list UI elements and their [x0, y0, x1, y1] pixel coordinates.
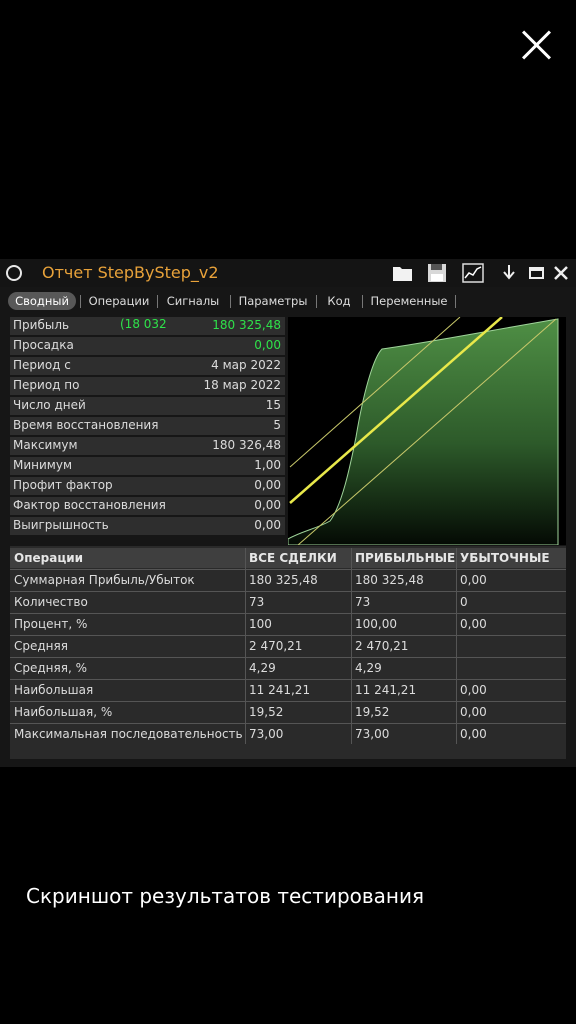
- table-cell: 0,00: [460, 573, 487, 587]
- operations-table: Операции ВСЕ СДЕЛКИ ПРИБЫЛЬНЫЕ УБЫТОЧНЫЕ…: [10, 546, 566, 759]
- stats-value: 5: [273, 418, 281, 432]
- equity-chart: [288, 317, 566, 545]
- tab-operations[interactable]: Операции: [84, 292, 154, 310]
- stats-label: Период по: [13, 378, 80, 392]
- stats-label: Просадка: [13, 338, 74, 352]
- stats-label: Число дней: [13, 398, 86, 412]
- stats-row: Минимум 1,00: [10, 457, 285, 475]
- stats-value: 18 мар 2022: [203, 378, 281, 392]
- stats-row: Прибыль (18 032 180 325,48: [10, 317, 285, 335]
- tab-code[interactable]: Код: [320, 292, 358, 310]
- folder-icon[interactable]: [392, 263, 414, 283]
- tab-variables[interactable]: Переменные: [366, 292, 452, 310]
- table-row: Средняя, % 4,29 4,29: [10, 657, 566, 679]
- stats-row: Период по 18 мар 2022: [10, 377, 285, 395]
- window-circle-icon[interactable]: [6, 265, 22, 281]
- stats-row: Выигрышность 0,00: [10, 517, 285, 535]
- table-cell: Средняя: [14, 639, 68, 653]
- table-cell: 180 325,48: [249, 573, 318, 587]
- table-cell: Процент, %: [14, 617, 88, 631]
- table-row: Наибольшая 11 241,21 11 241,21 0,00: [10, 679, 566, 701]
- stats-label: Максимум: [13, 438, 78, 452]
- table-row: Средняя 2 470,21 2 470,21: [10, 635, 566, 657]
- table-cell: 73,00: [355, 727, 390, 741]
- table-cell: 4,29: [249, 661, 276, 675]
- table-cell: 100: [249, 617, 272, 631]
- table-cell: 100,00: [355, 617, 397, 631]
- table-cell: 2 470,21: [355, 639, 409, 653]
- stats-label: Фактор восстановления: [13, 498, 166, 512]
- stats-row: Просадка 0,00: [10, 337, 285, 355]
- table-cell: Суммарная Прибыль/Убыток: [14, 573, 195, 587]
- table-cell: Количество: [14, 595, 88, 609]
- stats-row: Число дней 15: [10, 397, 285, 415]
- summary-stats: Прибыль (18 032 180 325,48 Просадка 0,00 Пери…: [10, 317, 285, 541]
- stats-value: 0,00: [254, 518, 281, 532]
- table-cell: 73,00: [249, 727, 284, 741]
- table-cell: 180 325,48: [355, 573, 424, 587]
- table-cell: Максимальная последовательность: [14, 727, 243, 741]
- table-row: Суммарная Прибыль/Убыток 180 325,48 180 32…: [10, 569, 566, 591]
- table-cell: Наибольшая, %: [14, 705, 113, 719]
- chart-export-icon[interactable]: [462, 263, 484, 283]
- stats-extra: (18 032: [120, 317, 167, 331]
- save-icon[interactable]: [426, 263, 448, 283]
- stats-value: 15: [265, 398, 281, 412]
- close-icon[interactable]: [520, 28, 554, 62]
- report-window: Отчет StepByStep_v2 Сводный Операции Сиг: [0, 259, 576, 767]
- stats-row: Профит фактор 0,00: [10, 477, 285, 495]
- stats-value: 4 мар 2022: [211, 358, 281, 372]
- stats-row: Фактор восстановления 0,00: [10, 497, 285, 515]
- download-icon[interactable]: [498, 263, 520, 283]
- table-cell: 19,52: [355, 705, 390, 719]
- tab-parameters[interactable]: Параметры: [234, 292, 312, 310]
- table-row: Наибольшая, % 19,52 19,52 0,00: [10, 701, 566, 723]
- stats-label: Выигрышность: [13, 518, 109, 532]
- table-cell: 11 241,21: [355, 683, 417, 697]
- header-all-trades: ВСЕ СДЕЛКИ: [249, 551, 337, 565]
- window-title: Отчет StepByStep_v2: [42, 263, 219, 282]
- stats-value: 1,00: [254, 458, 281, 472]
- maximize-icon[interactable]: [526, 263, 548, 283]
- table-cell: 11 241,21: [249, 683, 311, 697]
- table-cell: 19,52: [249, 705, 284, 719]
- stats-value: 180 325,48: [212, 318, 281, 332]
- stats-value: 0,00: [254, 478, 281, 492]
- table-row: Количество 73 73 0: [10, 591, 566, 613]
- stats-value: 0,00: [254, 498, 281, 512]
- stats-label: Профит фактор: [13, 478, 113, 492]
- table-cell: 0,00: [460, 617, 487, 631]
- tab-summary[interactable]: Сводный: [8, 292, 76, 310]
- window-titlebar: Отчет StepByStep_v2: [0, 259, 576, 287]
- table-cell: 0: [460, 595, 468, 609]
- operations-table-header: Операции ВСЕ СДЕЛКИ ПРИБЫЛЬНЫЕ УБЫТОЧНЫЕ: [10, 548, 566, 568]
- table-cell: 73: [355, 595, 371, 609]
- table-cell: Наибольшая: [14, 683, 94, 697]
- table-cell: Средняя, %: [14, 661, 87, 675]
- stats-label: Прибыль: [13, 318, 70, 332]
- table-cell: 4,29: [355, 661, 382, 675]
- stats-label: Минимум: [13, 458, 73, 472]
- stats-label: Время восстановления: [13, 418, 159, 432]
- table-row: Максимальная последовательность 73,00 73,0…: [10, 723, 566, 745]
- table-cell: 0,00: [460, 683, 487, 697]
- table-row: Процент, % 100 100,00 0,00: [10, 613, 566, 635]
- stats-row: Время восстановления 5: [10, 417, 285, 435]
- table-cell: 0,00: [460, 727, 487, 741]
- header-losing: УБЫТОЧНЫЕ: [460, 551, 550, 565]
- tab-bar: Сводный Операции Сигналы Параметры Код П…: [0, 289, 576, 313]
- stats-value: 0,00: [254, 338, 281, 352]
- table-cell: 73: [249, 595, 265, 609]
- stats-label: Период с: [13, 358, 71, 372]
- stats-row: Период с 4 мар 2022: [10, 357, 285, 375]
- tab-signals[interactable]: Сигналы: [160, 292, 226, 310]
- table-cell: 2 470,21: [249, 639, 303, 653]
- stats-row: Максимум 180 326,48: [10, 437, 285, 455]
- window-close-icon[interactable]: [550, 263, 572, 283]
- table-cell: 0,00: [460, 705, 487, 719]
- header-profitable: ПРИБЫЛЬНЫЕ: [355, 551, 456, 565]
- caption: Скриншот результатов тестирования: [26, 884, 425, 908]
- stats-value: 180 326,48: [212, 438, 281, 452]
- header-operations: Операции: [14, 551, 84, 565]
